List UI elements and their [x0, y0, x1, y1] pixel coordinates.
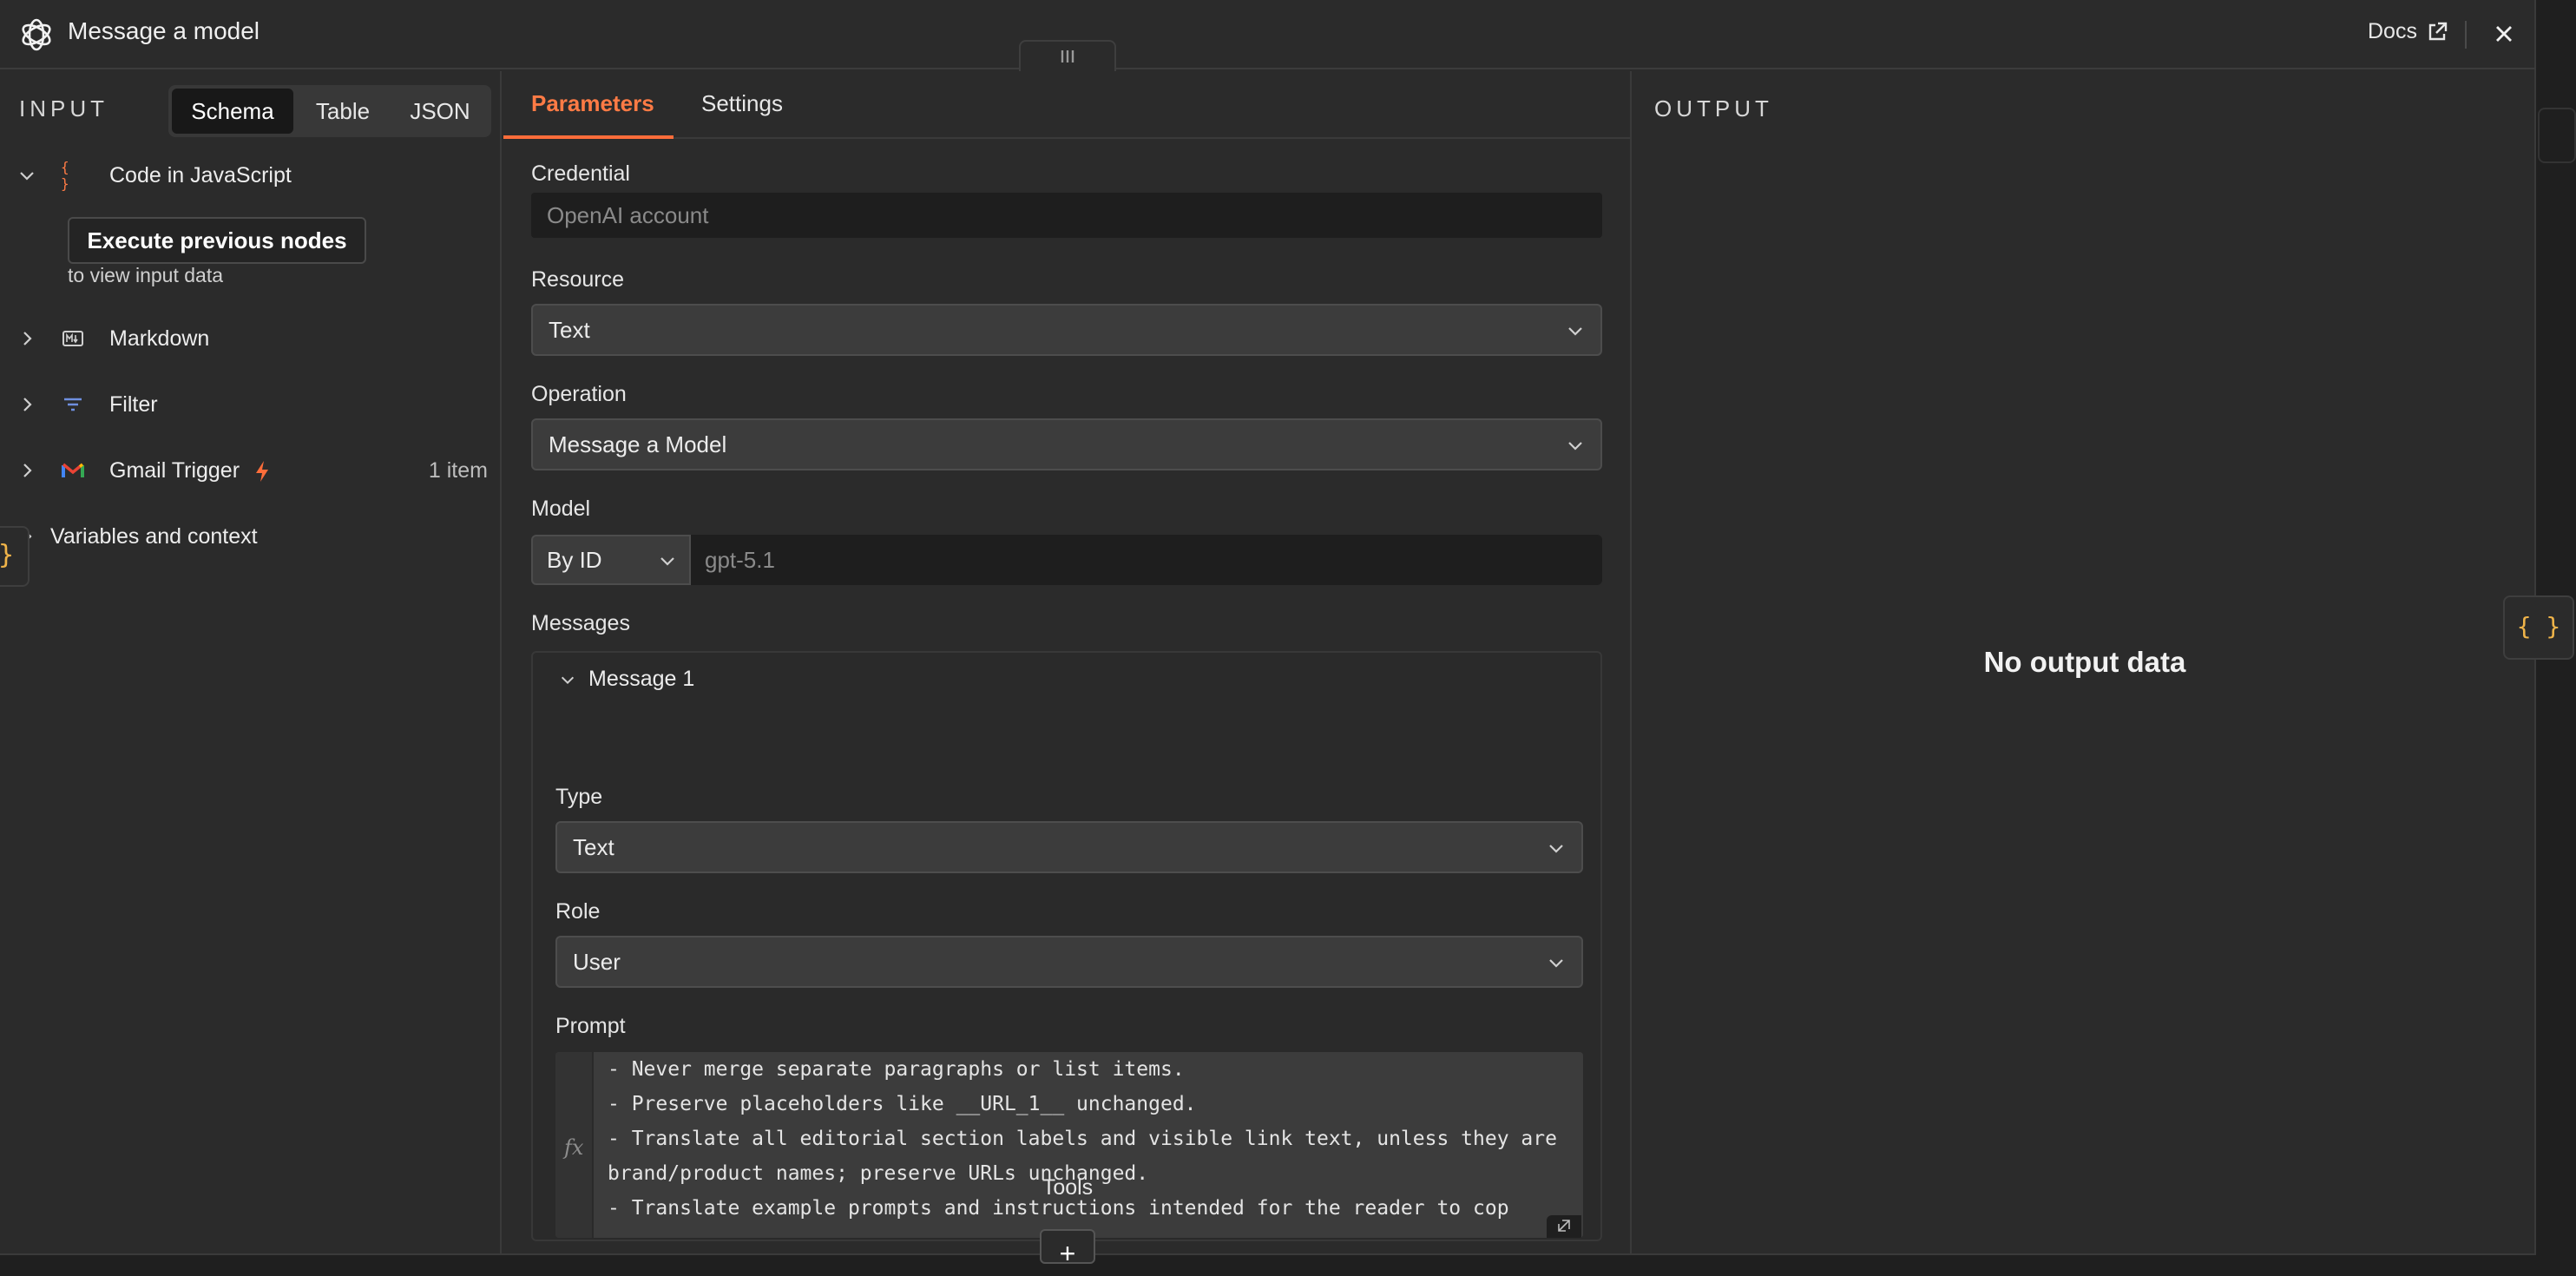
- message-item-header[interactable]: Message 1: [559, 667, 694, 692]
- execute-previous-nodes-button[interactable]: Execute previous nodes: [68, 217, 366, 264]
- operation-value: Message a Model: [549, 431, 727, 457]
- message-role-select[interactable]: User: [555, 936, 1583, 988]
- model-field: By ID gpt-5.1: [531, 535, 1602, 585]
- active-tab-indicator: [503, 135, 674, 139]
- node-modal: Message a model Docs INPUT Schema Table …: [0, 0, 2536, 1269]
- output-side-toggle[interactable]: { }: [2503, 595, 2574, 660]
- expression-gutter: fx: [555, 1052, 594, 1238]
- operation-select[interactable]: Message a Model: [531, 418, 1602, 470]
- input-panel: INPUT Schema Table JSON { } Code in Java…: [0, 71, 502, 1255]
- output-heading: OUTPUT: [1654, 95, 1773, 122]
- view-tab-schema[interactable]: Schema: [172, 89, 293, 134]
- parameters-panel: Parameters Settings Credential OpenAI ac…: [503, 71, 1632, 1269]
- model-label: Model: [531, 497, 591, 521]
- credential-label: Credential: [531, 161, 630, 186]
- node-label: Variables and context: [50, 524, 258, 549]
- panel-drag-handle[interactable]: [1019, 40, 1116, 71]
- output-panel: OUTPUT No output data: [1633, 71, 2536, 1255]
- chevron-down-icon: [1549, 959, 1563, 968]
- parameters-tabs: Parameters Settings: [503, 71, 1630, 139]
- node-label: Markdown: [109, 326, 210, 351]
- tab-parameters[interactable]: Parameters: [531, 90, 654, 117]
- resource-value: Text: [549, 317, 590, 343]
- view-tab-table[interactable]: Table: [293, 89, 392, 134]
- docs-link-label: Docs: [2368, 19, 2417, 43]
- input-node-markdown[interactable]: Markdown: [0, 314, 502, 363]
- filter-icon: [61, 392, 85, 417]
- header-divider: [2465, 21, 2467, 49]
- input-node-code-in-javascript[interactable]: { } Code in JavaScript: [0, 151, 502, 200]
- prompt-label: Prompt: [555, 1014, 626, 1038]
- drag-grip-icon: [1061, 50, 1074, 62]
- chevron-down-icon: [660, 557, 674, 566]
- chevron-down-icon: [1568, 327, 1582, 336]
- item-count: 1 item: [428, 458, 488, 483]
- messages-label: Messages: [531, 611, 630, 635]
- execute-hint: to view input data: [68, 264, 224, 286]
- close-icon[interactable]: [2489, 19, 2519, 49]
- no-output-message: No output data: [1983, 646, 2186, 678]
- chevron-right-icon[interactable]: [17, 395, 36, 414]
- chevron-down-icon: [1549, 845, 1563, 853]
- operation-label: Operation: [531, 382, 627, 406]
- role-label: Role: [555, 899, 601, 924]
- lightning-icon: [256, 461, 268, 482]
- message-item: Message 1 Type Text Role User Prompt fx: [531, 651, 1602, 1241]
- prompt-editor[interactable]: fx - Never merge separate paragraphs or …: [555, 1052, 1583, 1238]
- node-label: Filter: [109, 392, 158, 417]
- chevron-down-icon: [1568, 442, 1582, 451]
- fx-icon: fx: [564, 1135, 584, 1160]
- chevron-right-icon[interactable]: [17, 329, 36, 348]
- resource-select[interactable]: Text: [531, 304, 1602, 356]
- type-label: Type: [555, 785, 603, 809]
- chevron-right-icon[interactable]: [17, 461, 36, 480]
- resource-label: Resource: [531, 267, 624, 292]
- message-type-value: Text: [573, 834, 614, 860]
- model-mode-select[interactable]: By ID: [531, 535, 691, 585]
- message-item-title: Message 1: [588, 667, 695, 691]
- chevron-down-icon[interactable]: [559, 671, 576, 688]
- gmail-icon: [61, 458, 85, 483]
- message-type-select[interactable]: Text: [555, 821, 1583, 873]
- background-panel-edge: [2538, 108, 2576, 163]
- input-heading: INPUT: [19, 95, 108, 122]
- openai-logo-icon: [22, 18, 51, 51]
- node-label: Code in JavaScript: [109, 163, 292, 187]
- input-node-variables-and-context[interactable]: Variables and context: [0, 512, 502, 561]
- credential-input[interactable]: OpenAI account: [531, 193, 1602, 238]
- model-id-input[interactable]: gpt-5.1: [691, 535, 1602, 585]
- braces-icon: { }: [61, 159, 69, 192]
- node-label: Gmail Trigger: [109, 458, 240, 483]
- expand-editor-icon[interactable]: [1547, 1215, 1581, 1238]
- tab-settings[interactable]: Settings: [701, 90, 783, 117]
- modal-title: Message a model: [68, 17, 260, 44]
- input-side-toggle[interactable]: }: [0, 526, 30, 587]
- markdown-icon: [61, 326, 85, 351]
- docs-link[interactable]: Docs: [2368, 19, 2448, 44]
- external-link-icon: [2428, 22, 2448, 40]
- add-tool-button[interactable]: +: [1040, 1229, 1095, 1269]
- chevron-down-icon[interactable]: [17, 166, 36, 185]
- modal-header: Message a model Docs: [0, 0, 2536, 69]
- input-node-gmail-trigger[interactable]: Gmail Trigger 1 item: [0, 446, 502, 495]
- view-tab-json[interactable]: JSON: [392, 89, 488, 134]
- model-mode-value: By ID: [547, 547, 602, 573]
- input-view-switcher: Schema Table JSON: [168, 85, 491, 137]
- message-role-value: User: [573, 949, 621, 975]
- tools-label: Tools: [1042, 1175, 1094, 1200]
- input-node-filter[interactable]: Filter: [0, 380, 502, 429]
